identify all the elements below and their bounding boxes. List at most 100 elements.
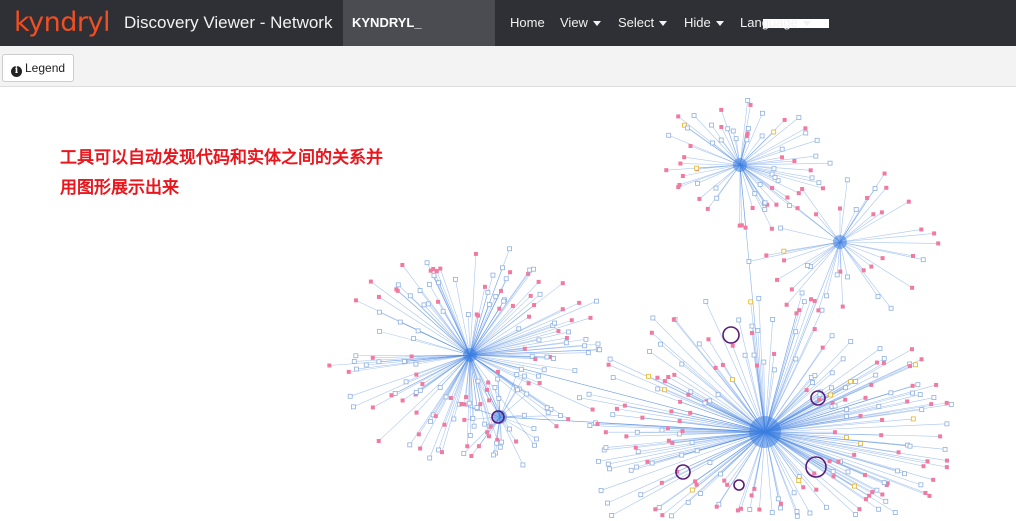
graph-node <box>873 372 879 378</box>
graph-node <box>919 407 925 413</box>
graph-node <box>494 440 500 446</box>
graph-node <box>487 434 492 439</box>
graph-hub <box>833 235 847 249</box>
graph-node <box>368 279 373 284</box>
graph-node <box>488 424 493 429</box>
graph-node <box>816 180 822 186</box>
graph-node <box>824 504 829 510</box>
graph-node <box>417 387 423 393</box>
graph-node <box>679 361 685 367</box>
graph-node <box>778 225 784 231</box>
graph-node <box>843 385 848 391</box>
graph-node <box>649 330 654 335</box>
graph-node <box>843 397 848 402</box>
graph-node <box>817 392 823 397</box>
graph-node <box>689 487 695 493</box>
graph-node <box>459 401 464 406</box>
graph-node <box>461 451 467 456</box>
graph-node <box>544 354 550 360</box>
app-title: Discovery Viewer - Network <box>124 13 333 32</box>
graph-node <box>774 202 779 207</box>
graph-node <box>739 223 744 228</box>
graph-node <box>666 132 672 138</box>
graph-node <box>426 282 432 287</box>
graph-node <box>759 133 765 139</box>
tab-project-active[interactable]: KYNDRYL_ <box>343 0 829 46</box>
graph-node <box>679 452 685 458</box>
graph-node <box>485 289 491 295</box>
nav-home[interactable]: Home <box>510 0 545 46</box>
graph-node <box>747 507 753 512</box>
graph-node <box>742 352 748 358</box>
graph-node <box>883 498 889 504</box>
graph-node <box>801 485 806 490</box>
graph-node <box>482 421 488 427</box>
graph-node <box>888 390 894 396</box>
graph-node <box>775 496 781 502</box>
graph-node <box>527 267 533 273</box>
graph-edge <box>839 212 883 243</box>
graph-node <box>528 293 533 298</box>
legend-button[interactable]: i Legend <box>2 54 75 82</box>
graph-node <box>622 403 627 408</box>
graph-node <box>428 418 433 424</box>
graph-node <box>910 383 915 388</box>
graph-hub <box>733 158 747 172</box>
graph-node <box>931 477 936 482</box>
graph-node <box>610 375 616 380</box>
graph-edge <box>707 164 741 210</box>
graph-node <box>453 276 458 282</box>
graph-node <box>881 356 887 361</box>
graph-node <box>669 409 674 414</box>
graph-edge <box>652 317 766 433</box>
graph-node <box>466 400 472 406</box>
graph-node <box>347 393 353 399</box>
nav-hide-menu[interactable]: Hide <box>684 0 724 46</box>
nav-view-menu[interactable]: View <box>560 0 601 46</box>
graph-node <box>936 241 941 246</box>
graph-node <box>875 294 881 299</box>
graph-edge <box>783 241 841 252</box>
graph-node <box>401 359 407 364</box>
graph-node <box>697 196 702 201</box>
graph-node <box>857 507 862 512</box>
nav-home-label: Home <box>510 15 545 30</box>
graph-node <box>586 391 592 397</box>
graph-node <box>880 492 885 497</box>
kyndryl-logo[interactable]: kyndryl <box>14 4 110 42</box>
graph-node <box>808 168 813 173</box>
graph-node <box>745 98 751 103</box>
graph-node <box>413 389 419 395</box>
graph-node <box>414 372 419 377</box>
graph-node <box>725 482 730 487</box>
graph-node <box>607 356 613 362</box>
graph-node <box>531 426 537 432</box>
graph-node <box>678 161 683 166</box>
graph-node <box>351 359 357 364</box>
graph-hub <box>749 416 781 448</box>
graph-node <box>934 382 939 387</box>
graph-node <box>524 391 530 397</box>
graph-node <box>713 185 719 191</box>
nav-hide-label: Hide <box>684 15 711 30</box>
graph-node <box>531 266 536 272</box>
graph-node <box>844 407 849 412</box>
graph-node <box>787 203 792 208</box>
graph-node <box>462 417 467 422</box>
graph-node <box>407 293 413 299</box>
chevron-down-icon <box>659 21 668 27</box>
graph-node <box>749 493 754 498</box>
graph-node <box>772 351 777 356</box>
graph-node <box>476 313 481 318</box>
graph-node <box>598 488 604 493</box>
nav-select-menu[interactable]: Select <box>618 0 668 46</box>
graph-edge <box>839 241 939 244</box>
graph-node <box>605 500 610 506</box>
graph-node <box>832 430 837 435</box>
graph-node <box>762 207 768 212</box>
graph-node <box>795 206 800 211</box>
nav-language-menu[interactable]: Language <box>740 0 811 46</box>
graph-node <box>884 185 889 190</box>
graph-node <box>416 432 421 437</box>
graph-node <box>431 273 437 279</box>
